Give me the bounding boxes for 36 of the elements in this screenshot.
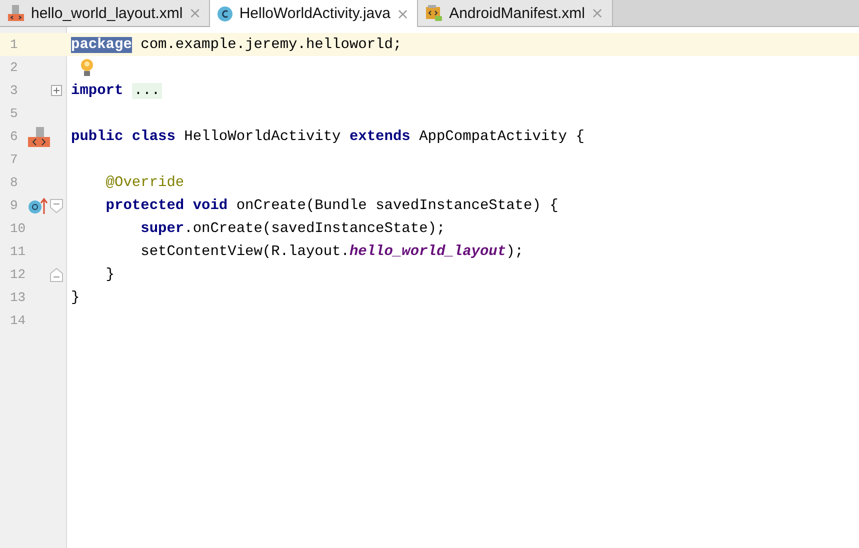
expand-icon[interactable]: [51, 85, 62, 96]
line-number: 9: [9, 198, 19, 213]
code-line: @Override: [104, 174, 184, 190]
code-line: import ...: [71, 82, 162, 98]
line-number: 7: [9, 152, 19, 167]
tab-label: HelloWorldActivity.java: [239, 5, 390, 22]
code-line: super.onCreate(savedInstanceState);: [140, 220, 446, 236]
collapse-icon[interactable]: [50, 198, 63, 212]
code-line: package com.example.jeremy.helloworld;: [71, 36, 402, 52]
line-number: 5: [9, 106, 19, 121]
line-number: 14: [9, 313, 24, 328]
code-line: }: [104, 266, 115, 282]
line-number: 2: [9, 60, 19, 75]
line-number: 10: [9, 221, 24, 236]
manifest-file-icon: [425, 4, 444, 22]
line-number: 8: [9, 175, 19, 190]
editor-tab[interactable]: AndroidManifest.xml ×: [418, 0, 613, 26]
editor-tab[interactable]: HelloWorldActivity.java ×: [210, 0, 418, 27]
code-line: public class HelloWorldActivity extends AppCompatActivity {: [71, 128, 584, 144]
lightbulb-icon[interactable]: [80, 58, 94, 77]
editor-tab[interactable]: hello_world_layout.xml ×: [0, 0, 210, 26]
line-number: 6: [9, 129, 19, 144]
layout-file-icon: [7, 4, 25, 22]
code-line: protected void onCreate(Bundle savedInstanceState) {: [104, 198, 558, 214]
line-number: 13: [9, 290, 24, 305]
override-icon[interactable]: [28, 196, 50, 214]
tab-label: AndroidManifest.xml: [449, 4, 585, 22]
line-number: 1: [9, 37, 19, 52]
line-number: 12: [9, 267, 24, 282]
code-line: setContentView(R.layout.hello_world_layout);: [140, 244, 524, 260]
line-number: 11: [9, 244, 24, 259]
line-number: 3: [9, 83, 19, 98]
code-line: }: [71, 290, 80, 306]
class-icon: [217, 6, 234, 22]
tab-label: hello_world_layout.xml: [31, 4, 183, 22]
layout-file-icon[interactable]: [28, 126, 50, 146]
